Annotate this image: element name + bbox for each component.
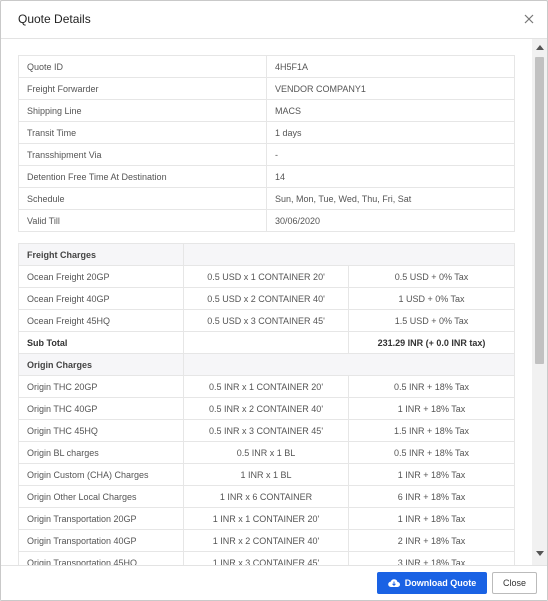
cloud-download-icon bbox=[387, 579, 400, 588]
charge-rate: 0.5 INR x 1 CONTAINER 20' bbox=[183, 375, 349, 398]
charge-amount: 2 INR + 18% Tax bbox=[348, 529, 515, 552]
scroll-up-arrow-icon[interactable] bbox=[536, 45, 544, 50]
charge-rate: 0.5 INR x 2 CONTAINER 40' bbox=[183, 397, 349, 420]
info-row: Quote ID 4H5F1A bbox=[18, 55, 515, 78]
charge-amount: 3 INR + 18% Tax bbox=[348, 551, 515, 565]
charge-name: Origin THC 45HQ bbox=[18, 419, 184, 442]
charge-amount: 1 INR + 18% Tax bbox=[348, 507, 515, 530]
info-label: Transshipment Via bbox=[18, 143, 267, 166]
charge-rate: 0.5 INR x 1 BL bbox=[183, 441, 349, 464]
dialog-title: Quote Details bbox=[18, 12, 91, 26]
info-row: Shipping Line MACS bbox=[18, 99, 515, 122]
close-button[interactable]: Close bbox=[492, 572, 537, 594]
info-row: Transshipment Via - bbox=[18, 143, 515, 166]
info-row: Detention Free Time At Destination 14 bbox=[18, 165, 515, 188]
section-heading-spacer bbox=[183, 243, 515, 266]
quote-content: Quote ID 4H5F1A Freight Forwarder VENDOR CO… bbox=[18, 55, 515, 565]
charge-amount: 1 INR + 18% Tax bbox=[348, 397, 515, 420]
charge-amount: 0.5 INR + 18% Tax bbox=[348, 441, 515, 464]
origin-charges-section: Origin Charges bbox=[18, 353, 515, 376]
charge-rate: 1 INR x 6 CONTAINER bbox=[183, 485, 349, 508]
charge-amount: 1.5 INR + 18% Tax bbox=[348, 419, 515, 442]
freight-charges-section: Freight Charges bbox=[18, 243, 515, 266]
quote-info-table: Quote ID 4H5F1A Freight Forwarder VENDOR CO… bbox=[18, 55, 515, 232]
charge-row: Ocean Freight 40GP 0.5 USD x 2 CONTAINER … bbox=[18, 287, 515, 310]
info-row: Valid Till 30/06/2020 bbox=[18, 209, 515, 232]
charge-name: Origin THC 20GP bbox=[18, 375, 184, 398]
charge-row: Ocean Freight 45HQ 0.5 USD x 3 CONTAINER … bbox=[18, 309, 515, 332]
charge-name: Origin Other Local Charges bbox=[18, 485, 184, 508]
info-label: Quote ID bbox=[18, 55, 267, 78]
dialog-body[interactable]: Quote ID 4H5F1A Freight Forwarder VENDOR CO… bbox=[1, 39, 547, 565]
subtotal-row: Sub Total 231.29 INR (+ 0.0 INR tax) bbox=[18, 331, 515, 354]
charge-rate: 0.5 USD x 1 CONTAINER 20' bbox=[183, 265, 349, 288]
charge-row: Origin Transportation 45HQ 1 INR x 3 CONT… bbox=[18, 551, 515, 565]
charge-amount: 1 INR + 18% Tax bbox=[348, 463, 515, 486]
charge-name: Origin Transportation 40GP bbox=[18, 529, 184, 552]
charge-name: Origin THC 40GP bbox=[18, 397, 184, 420]
dialog-footer: Download Quote Close bbox=[1, 565, 547, 600]
info-value: 4H5F1A bbox=[266, 55, 515, 78]
charge-amount: 0.5 USD + 0% Tax bbox=[348, 265, 515, 288]
dialog-header: Quote Details bbox=[1, 1, 547, 39]
charge-row: Origin Custom (CHA) Charges 1 INR x 1 BL 1… bbox=[18, 463, 515, 486]
charge-row: Origin THC 40GP 0.5 INR x 2 CONTAINER 40'… bbox=[18, 397, 515, 420]
charge-row: Origin BL charges 0.5 INR x 1 BL 0.5 INR +… bbox=[18, 441, 515, 464]
charge-row: Origin Other Local Charges 1 INR x 6 CONT… bbox=[18, 485, 515, 508]
scrollbar-thumb[interactable] bbox=[535, 57, 544, 364]
charge-name: Ocean Freight 45HQ bbox=[18, 309, 184, 332]
charge-rate: 1 INR x 2 CONTAINER 40' bbox=[183, 529, 349, 552]
info-label: Shipping Line bbox=[18, 99, 267, 122]
info-row: Freight Forwarder VENDOR COMPANY1 bbox=[18, 77, 515, 100]
info-label: Detention Free Time At Destination bbox=[18, 165, 267, 188]
charge-rate: 0.5 USD x 3 CONTAINER 45' bbox=[183, 309, 349, 332]
info-row: Transit Time 1 days bbox=[18, 121, 515, 144]
download-quote-label: Download Quote bbox=[404, 578, 477, 588]
close-icon[interactable] bbox=[522, 12, 536, 26]
charge-row: Origin THC 20GP 0.5 INR x 1 CONTAINER 20'… bbox=[18, 375, 515, 398]
charge-name: Origin Transportation 20GP bbox=[18, 507, 184, 530]
quote-details-dialog: Quote Details Quote ID 4H5F1A Freight Forw… bbox=[0, 0, 548, 601]
charge-name: Origin Custom (CHA) Charges bbox=[18, 463, 184, 486]
charge-row: Ocean Freight 20GP 0.5 USD x 1 CONTAINER … bbox=[18, 265, 515, 288]
info-value: - bbox=[266, 143, 515, 166]
charge-rate: 1 INR x 3 CONTAINER 45' bbox=[183, 551, 349, 565]
charge-row: Origin Transportation 40GP 1 INR x 2 CONT… bbox=[18, 529, 515, 552]
scroll-down-arrow-icon[interactable] bbox=[536, 551, 544, 556]
info-row: Schedule Sun, Mon, Tue, Wed, Thu, Fri, Sa… bbox=[18, 187, 515, 210]
info-label: Transit Time bbox=[18, 121, 267, 144]
section-heading: Freight Charges bbox=[18, 243, 184, 266]
info-value: 1 days bbox=[266, 121, 515, 144]
info-label: Valid Till bbox=[18, 209, 267, 232]
charge-amount: 1.5 USD + 0% Tax bbox=[348, 309, 515, 332]
charge-rate: 0.5 USD x 2 CONTAINER 40' bbox=[183, 287, 349, 310]
charge-rate: 0.5 INR x 3 CONTAINER 45' bbox=[183, 419, 349, 442]
info-value: 30/06/2020 bbox=[266, 209, 515, 232]
charge-amount: 0.5 INR + 18% Tax bbox=[348, 375, 515, 398]
info-value: MACS bbox=[266, 99, 515, 122]
info-value: VENDOR COMPANY1 bbox=[266, 77, 515, 100]
charge-rate: 1 INR x 1 BL bbox=[183, 463, 349, 486]
download-quote-button[interactable]: Download Quote bbox=[377, 572, 487, 594]
charge-amount: 1 USD + 0% Tax bbox=[348, 287, 515, 310]
info-label: Schedule bbox=[18, 187, 267, 210]
charge-name: Ocean Freight 20GP bbox=[18, 265, 184, 288]
info-value: 14 bbox=[266, 165, 515, 188]
subtotal-value: 231.29 INR (+ 0.0 INR tax) bbox=[348, 331, 515, 354]
charges-table: Freight Charges Ocean Freight 20GP 0.5 USD… bbox=[18, 243, 515, 565]
charge-name: Ocean Freight 40GP bbox=[18, 287, 184, 310]
section-heading-spacer bbox=[183, 353, 515, 376]
charge-rate: 1 INR x 1 CONTAINER 20' bbox=[183, 507, 349, 530]
info-value: Sun, Mon, Tue, Wed, Thu, Fri, Sat bbox=[266, 187, 515, 210]
section-heading: Origin Charges bbox=[18, 353, 184, 376]
info-label: Freight Forwarder bbox=[18, 77, 267, 100]
vertical-scrollbar[interactable] bbox=[532, 39, 547, 565]
charge-name: Origin BL charges bbox=[18, 441, 184, 464]
charge-name: Origin Transportation 45HQ bbox=[18, 551, 184, 565]
charge-row: Origin THC 45HQ 0.5 INR x 3 CONTAINER 45'… bbox=[18, 419, 515, 442]
charge-row: Origin Transportation 20GP 1 INR x 1 CONT… bbox=[18, 507, 515, 530]
charge-amount: 6 INR + 18% Tax bbox=[348, 485, 515, 508]
subtotal-label: Sub Total bbox=[18, 331, 184, 354]
subtotal-spacer bbox=[183, 331, 349, 354]
